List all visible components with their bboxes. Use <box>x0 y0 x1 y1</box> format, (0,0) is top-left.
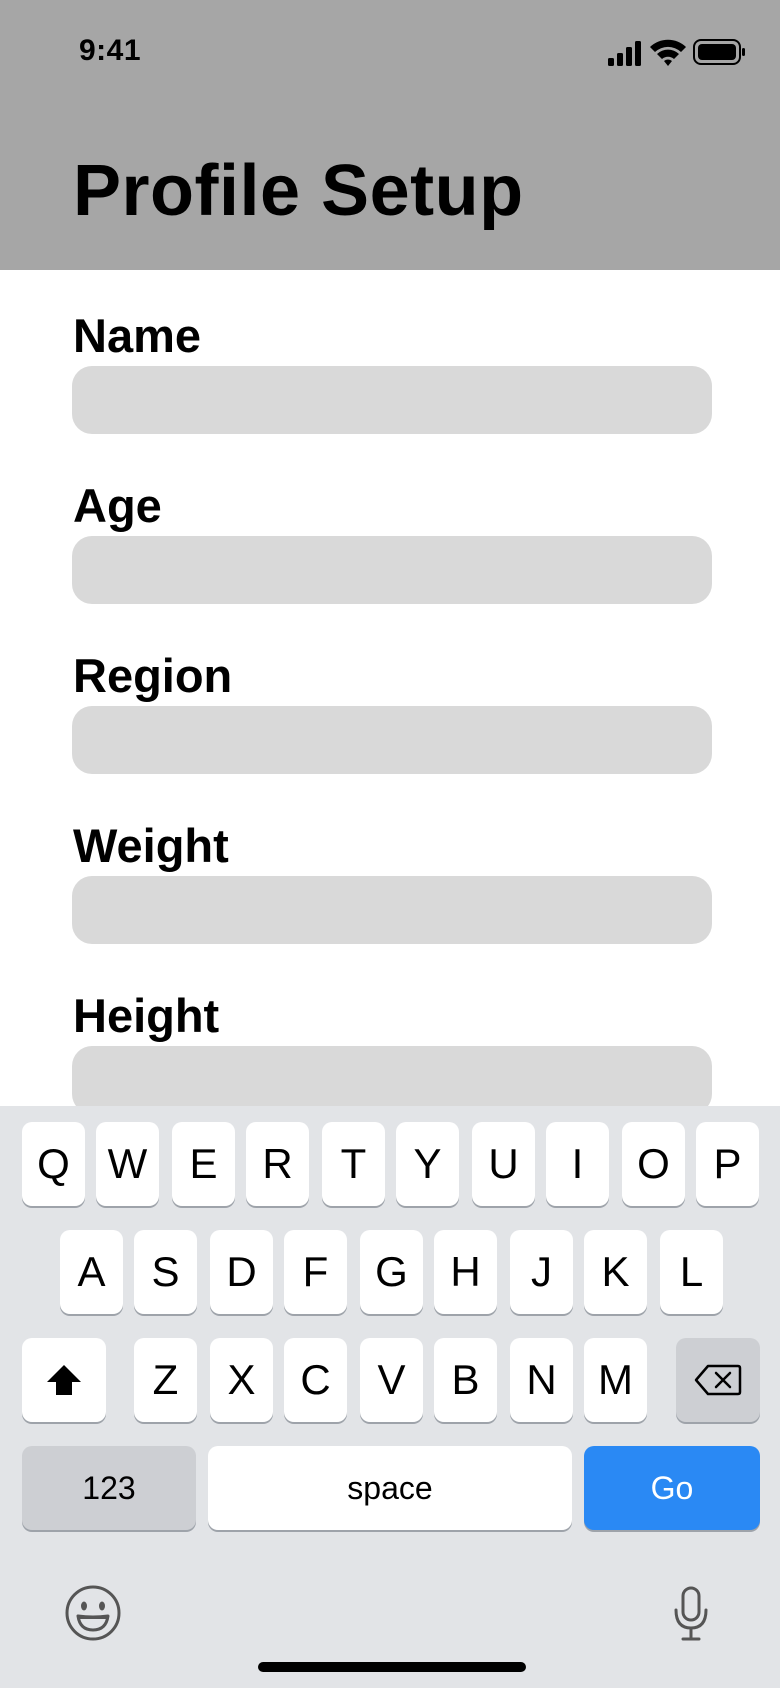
keyboard: Q W E R T Y U I O P A S D F G H J K L Z … <box>0 1106 780 1688</box>
profile-form: Name Age Region Weight Height <box>0 270 780 1106</box>
status-time: 9:41 <box>79 34 142 67</box>
key-j[interactable]: J <box>510 1230 573 1314</box>
name-label: Name <box>73 309 202 362</box>
key-f[interactable]: F <box>284 1230 347 1314</box>
key-u[interactable]: U <box>472 1122 535 1206</box>
status-icons <box>608 39 745 66</box>
key-a[interactable]: A <box>60 1230 123 1314</box>
key-i[interactable]: I <box>546 1122 609 1206</box>
key-n[interactable]: N <box>510 1338 573 1422</box>
header: 9:41 Profile Setup <box>0 0 780 270</box>
backspace-icon <box>694 1364 742 1396</box>
age-input[interactable] <box>72 536 712 604</box>
key-z[interactable]: Z <box>134 1338 197 1422</box>
home-indicator <box>258 1662 526 1672</box>
key-m[interactable]: M <box>584 1338 647 1422</box>
key-s[interactable]: S <box>134 1230 197 1314</box>
height-input[interactable] <box>72 1046 712 1106</box>
page-title: Profile Setup <box>73 151 524 231</box>
weight-input[interactable] <box>72 876 712 944</box>
age-label: Age <box>73 479 162 532</box>
key-v[interactable]: V <box>360 1338 423 1422</box>
height-label: Height <box>73 989 220 1042</box>
key-q[interactable]: Q <box>22 1122 85 1206</box>
key-o[interactable]: O <box>622 1122 685 1206</box>
key-p[interactable]: P <box>696 1122 759 1206</box>
key-g[interactable]: G <box>360 1230 423 1314</box>
key-t[interactable]: T <box>322 1122 385 1206</box>
region-input[interactable] <box>72 706 712 774</box>
key-k[interactable]: K <box>584 1230 647 1314</box>
shift-key[interactable] <box>22 1338 106 1422</box>
delete-key[interactable] <box>676 1338 760 1422</box>
go-key[interactable]: Go <box>584 1446 760 1530</box>
region-label: Region <box>73 649 233 702</box>
wifi-icon <box>650 39 686 66</box>
key-y[interactable]: Y <box>396 1122 459 1206</box>
key-e[interactable]: E <box>172 1122 235 1206</box>
signal-icon <box>608 41 641 66</box>
key-b[interactable]: B <box>434 1338 497 1422</box>
key-x[interactable]: X <box>210 1338 273 1422</box>
emoji-icon[interactable] <box>64 1584 122 1642</box>
key-r[interactable]: R <box>246 1122 309 1206</box>
battery-icon <box>693 39 745 65</box>
name-input[interactable] <box>72 366 712 434</box>
key-w[interactable]: W <box>96 1122 159 1206</box>
key-h[interactable]: H <box>434 1230 497 1314</box>
key-l[interactable]: L <box>660 1230 723 1314</box>
weight-label: Weight <box>73 819 229 872</box>
key-c[interactable]: C <box>284 1338 347 1422</box>
key-d[interactable]: D <box>210 1230 273 1314</box>
numbers-key[interactable]: 123 <box>22 1446 196 1530</box>
microphone-icon[interactable] <box>672 1586 710 1642</box>
space-key[interactable]: space <box>208 1446 572 1530</box>
shift-icon <box>47 1365 81 1395</box>
